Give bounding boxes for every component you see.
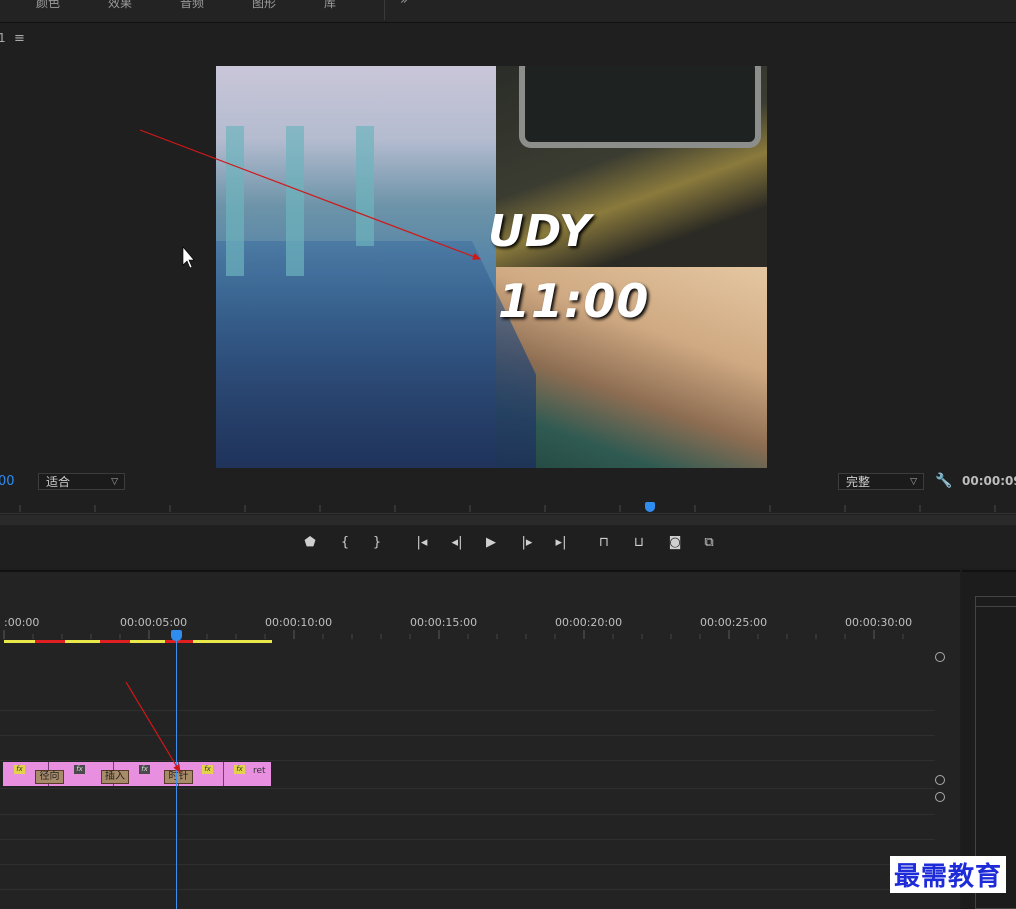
duration-timecode: 00:00:09 [962,474,1016,488]
extract-icon[interactable]: ⊔ [629,535,649,550]
annotation-arrow-timeline [125,681,181,774]
camera-icon[interactable]: ◙ [665,535,685,550]
settings-wrench-icon[interactable]: 🔧 [935,473,952,489]
go-to-in-icon[interactable]: |◂ [412,535,432,550]
monitor-time-ruler[interactable] [0,499,1016,514]
mark-in-icon[interactable]: { [335,535,355,550]
zoom-level-value: 适合 [46,475,71,489]
lift-icon[interactable]: ⊓ [594,535,614,550]
compare-icon[interactable]: ⧉ [699,535,719,550]
program-monitor: 1 ≡ UDY 11:00 00 适合 ▽ 完整 ▽ 🔧 00:00:09 ⬟ … [0,23,1016,568]
scroll-handle-top[interactable] [935,652,945,662]
menubar-divider [384,0,385,20]
go-to-out-icon[interactable]: ▸| [551,535,571,550]
play-icon[interactable]: ▶ [481,535,501,550]
zoom-level-select[interactable]: 适合 ▽ [38,473,125,490]
menu-effects[interactable]: 效果 [108,0,132,11]
watermark-logo: 最需教育 [890,856,1007,893]
mark-out-icon[interactable]: } [367,535,387,550]
menu-audio[interactable]: 音频 [180,0,204,11]
mouse-cursor-icon [182,246,195,269]
audio-meter-header-line [975,606,1016,607]
step-back-icon[interactable]: ◂| [447,535,467,550]
menubar: 颜色 效果 音频 图形 库 » [0,0,1016,23]
menu-graphics[interactable]: 图形 [252,0,276,11]
chevron-down-icon: ▽ [910,477,917,487]
chevron-down-icon: ▽ [111,477,118,487]
marker-icon[interactable]: ⬟ [300,535,320,550]
monitor-playhead[interactable] [645,502,655,512]
playback-resolution-value: 完整 [846,475,871,489]
timeline-panel: :00:00 00:00:05:00 00:00:10:00 00:00:15:… [0,570,960,909]
scroll-handle-top[interactable] [935,792,945,802]
monitor-zoom-scrollbar[interactable] [0,515,1016,525]
menu-color[interactable]: 颜色 [36,0,60,11]
playhead-timecode[interactable]: 00 [0,474,15,489]
step-forward-icon[interactable]: |▸ [517,535,537,550]
playback-resolution-select[interactable]: 完整 ▽ [838,473,924,490]
menu-overflow-icon[interactable]: » [400,0,408,8]
menu-library[interactable]: 库 [324,0,336,11]
scroll-handle-bottom[interactable] [935,775,945,785]
